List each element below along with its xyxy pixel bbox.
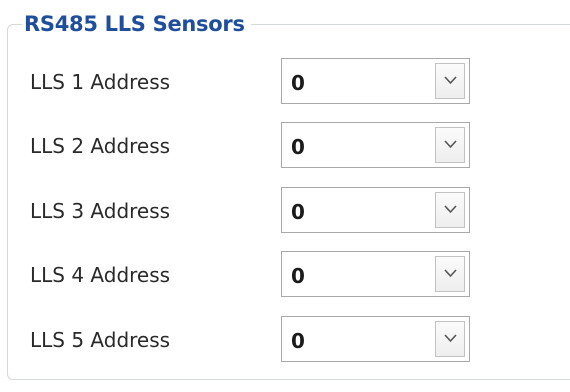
lls-5-address-value: 0 <box>291 329 305 353</box>
lls-4-address-label: LLS 4 Address <box>30 263 171 287</box>
lls-1-dropdown-button[interactable] <box>435 63 465 99</box>
lls-3-address-select[interactable]: 0 <box>281 187 470 233</box>
chevron-down-icon <box>444 205 457 214</box>
chevron-down-icon <box>444 76 457 85</box>
lls-2-address-label: LLS 2 Address <box>30 134 171 158</box>
lls-2-dropdown-button[interactable] <box>435 127 465 163</box>
lls-2-address-value: 0 <box>291 135 305 159</box>
chevron-down-icon <box>444 140 457 149</box>
lls-1-address-label: LLS 1 Address <box>30 70 171 94</box>
lls-4-address-value: 0 <box>291 264 305 288</box>
group-title: RS485 LLS Sensors <box>22 8 251 40</box>
lls-5-dropdown-button[interactable] <box>435 321 465 357</box>
lls-4-dropdown-button[interactable] <box>435 256 465 292</box>
lls-3-address-value: 0 <box>291 200 305 224</box>
lls-5-address-select[interactable]: 0 <box>281 316 470 362</box>
lls-1-address-value: 0 <box>291 71 305 95</box>
lls-4-address-select[interactable]: 0 <box>281 251 470 297</box>
lls-3-dropdown-button[interactable] <box>435 192 465 228</box>
lls-3-address-label: LLS 3 Address <box>30 199 171 223</box>
chevron-down-icon <box>444 334 457 343</box>
lls-5-address-label: LLS 5 Address <box>30 328 171 352</box>
chevron-down-icon <box>444 269 457 278</box>
lls-1-address-select[interactable]: 0 <box>281 58 470 104</box>
lls-2-address-select[interactable]: 0 <box>281 122 470 168</box>
